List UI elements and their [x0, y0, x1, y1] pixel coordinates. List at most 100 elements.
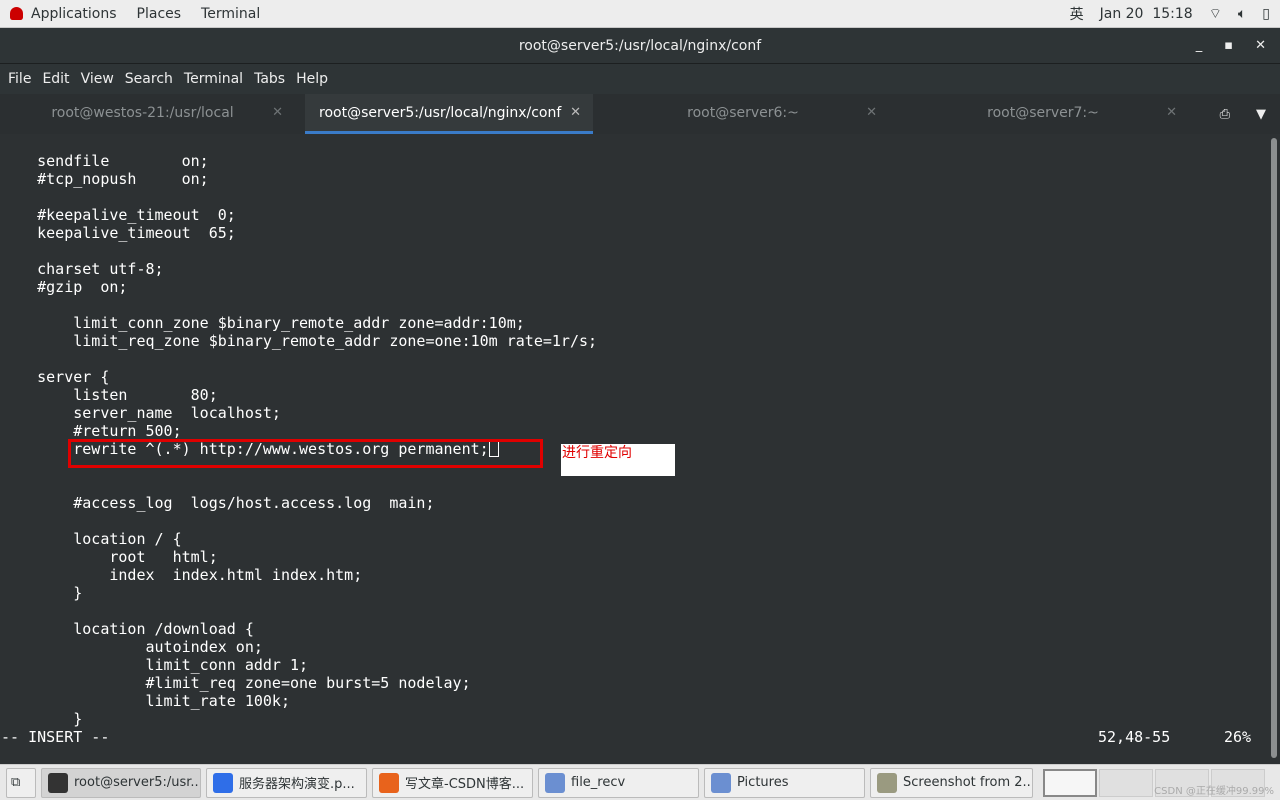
close-button[interactable]: ✕: [1255, 28, 1266, 64]
workspace-1[interactable]: [1043, 768, 1097, 797]
scrollbar[interactable]: [1268, 134, 1280, 764]
menu-terminal[interactable]: Terminal: [184, 71, 243, 87]
terminal-line: #access_log logs/host.access.log main;: [1, 494, 435, 512]
taskbar-item[interactable]: Screenshot from 2...: [870, 767, 1033, 798]
terminal-line: limit_req_zone $binary_remote_addr zone=…: [1, 332, 598, 350]
cursor-position: 52,48-55: [1098, 728, 1171, 746]
close-tab-icon[interactable]: ✕: [272, 94, 283, 132]
show-desktop-icon: ⧉: [11, 775, 21, 790]
new-tab-icon[interactable]: ⎙: [1220, 107, 1230, 122]
terminal-line: charset utf-8;: [1, 260, 164, 278]
volume-icon[interactable]: 🔈︎: [1238, 6, 1246, 22]
taskbar-item[interactable]: root@server5:/usr...: [41, 767, 201, 798]
tab-label: root@server6:~: [687, 105, 799, 121]
menu-edit[interactable]: Edit: [42, 71, 69, 87]
taskbar-item-label: 写文章-CSDN博客...: [405, 777, 525, 792]
terminal-line: limit_conn_zone $binary_remote_addr zone…: [1, 314, 525, 332]
vim-mode: -- INSERT --: [1, 728, 110, 746]
app-icon: [213, 772, 233, 793]
tab-list-dropdown-icon[interactable]: ▼: [1256, 107, 1266, 122]
workspace-2[interactable]: [1099, 768, 1153, 797]
close-tab-icon[interactable]: ✕: [570, 94, 581, 132]
terminal-line: limit_conn addr 1;: [1, 656, 309, 674]
app-icon: [877, 772, 897, 793]
tab-westos-21[interactable]: root@westos-21:/usr/local ✕: [0, 94, 305, 134]
terminal-line: server_name localhost;: [1, 404, 281, 422]
taskbar: ⧉ root@server5:/usr... 服务器架构演变.p... 写文章-CS…: [0, 764, 1280, 800]
minimize-button[interactable]: _: [1196, 28, 1203, 64]
top-panel: Applications Places Terminal 英 Jan 20 15…: [0, 0, 1280, 28]
terminal-line: sendfile on;: [1, 152, 209, 170]
taskbar-item-label: file_recv: [571, 775, 626, 790]
menu-tabs[interactable]: Tabs: [254, 71, 285, 87]
tab-server5[interactable]: root@server5:/usr/local/nginx/conf ✕: [305, 94, 593, 134]
battery-icon[interactable]: ▯: [1262, 6, 1270, 22]
terminal-line: location / {: [1, 530, 182, 548]
taskbar-item-label: 服务器架构演变.p...: [239, 777, 355, 792]
terminal-line: #tcp_nopush on;: [1, 170, 209, 188]
terminal-line: listen 80;: [1, 386, 218, 404]
window-title: root@server5:/usr/local/nginx/conf: [518, 38, 762, 54]
redhat-logo-icon: [10, 7, 23, 20]
terminal-line: root html;: [1, 548, 218, 566]
vim-status-line: -- INSERT -- 52,48-55 26%: [0, 728, 1268, 746]
menu-help[interactable]: Help: [296, 71, 328, 87]
taskbar-item[interactable]: 服务器架构演变.p...: [206, 767, 367, 798]
scroll-percent: 26%: [1224, 728, 1252, 746]
terminal-line: index index.html index.htm;: [1, 566, 363, 584]
close-tab-icon[interactable]: ✕: [1166, 94, 1177, 132]
terminal-line: limit_rate 100k;: [1, 692, 290, 710]
tab-server7[interactable]: root@server7:~ ✕: [893, 94, 1193, 134]
menu-file[interactable]: File: [8, 71, 31, 87]
tab-label: root@westos-21:/usr/local: [51, 105, 234, 121]
close-tab-icon[interactable]: ✕: [866, 94, 877, 132]
taskbar-item[interactable]: file_recv: [538, 767, 699, 798]
taskbar-item-label: Screenshot from 2...: [903, 775, 1033, 790]
tab-server6[interactable]: root@server6:~ ✕: [593, 94, 893, 134]
tab-label: root@server5:/usr/local/nginx/conf: [319, 105, 562, 121]
annotation-label: 进行重定向: [561, 444, 675, 476]
terminal-line: }: [1, 710, 83, 728]
highlight-box: [68, 439, 543, 468]
app-icon: [48, 772, 68, 793]
clock[interactable]: Jan 20 15:18: [1100, 6, 1193, 22]
menu-view[interactable]: View: [81, 71, 114, 87]
taskbar-item[interactable]: Pictures: [704, 767, 865, 798]
tab-bar: root@westos-21:/usr/local ✕ root@server5:…: [0, 94, 1280, 134]
terminal-line: #keepalive_timeout 0;: [1, 206, 236, 224]
watermark: CSDN @正在缓冲99.99%: [1154, 786, 1274, 797]
terminal-line: keepalive_timeout 65;: [1, 224, 236, 242]
app-icon: [711, 772, 731, 793]
input-method-indicator[interactable]: 英: [1070, 4, 1084, 24]
terminal-line: server {: [1, 368, 110, 386]
terminal-line: autoindex on;: [1, 638, 263, 656]
taskbar-item-label: root@server5:/usr...: [74, 775, 201, 790]
menu-bar: File Edit View Search Terminal Tabs Help: [0, 64, 1280, 94]
terminal-line: location /download {: [1, 620, 254, 638]
window-titlebar: root@server5:/usr/local/nginx/conf _ ▪ ✕: [0, 28, 1280, 64]
taskbar-item-label: Pictures: [737, 775, 789, 790]
scrollbar-thumb[interactable]: [1271, 138, 1277, 758]
wifi-icon[interactable]: ⌔: [1209, 5, 1222, 23]
places-menu[interactable]: Places: [137, 6, 182, 22]
terminal-line: #return 500;: [1, 422, 182, 440]
menu-search[interactable]: Search: [125, 71, 173, 87]
app-icon: [379, 772, 399, 793]
show-desktop-button[interactable]: ⧉: [6, 767, 36, 798]
applications-menu[interactable]: Applications: [31, 6, 117, 22]
terminal-line: #gzip on;: [1, 278, 128, 296]
taskbar-item[interactable]: 写文章-CSDN博客...: [372, 767, 533, 798]
app-icon: [545, 772, 565, 793]
maximize-button[interactable]: ▪: [1224, 28, 1233, 64]
terminal-line: }: [1, 584, 83, 602]
tab-label: root@server7:~: [987, 105, 1099, 121]
terminal-line: #limit_req zone=one burst=5 nodelay;: [1, 674, 471, 692]
terminal-app-menu[interactable]: Terminal: [201, 6, 260, 22]
